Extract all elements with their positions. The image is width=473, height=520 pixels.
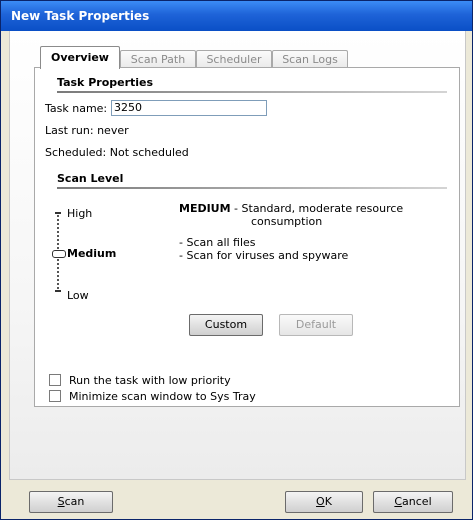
level-medium-label: Medium xyxy=(67,247,117,260)
section-divider xyxy=(57,91,447,93)
slider-thumb[interactable] xyxy=(52,250,66,258)
ok-mnemonic: O xyxy=(316,495,325,508)
level-name-strong: MEDIUM xyxy=(179,202,231,215)
task-properties-window: New Task Properties Overview Scan Path S… xyxy=(0,0,473,520)
tab-overview[interactable]: Overview xyxy=(40,46,120,69)
scan-level-heading: Scan Level xyxy=(57,172,124,185)
default-button[interactable]: Default xyxy=(279,314,353,336)
custom-button[interactable]: Custom xyxy=(189,314,263,336)
level-high-label: High xyxy=(67,207,93,220)
task-properties-section: Task Properties xyxy=(57,76,447,93)
level-bullet-1: - Scan all files xyxy=(179,236,256,249)
scan-button[interactable]: Scan xyxy=(29,491,113,513)
level-desc-line2: consumption xyxy=(251,215,323,228)
cancel-mnemonic: C xyxy=(394,495,403,508)
ok-label-rest: K xyxy=(324,495,332,508)
scheduled-text: Scheduled: Not scheduled xyxy=(45,146,189,159)
cancel-button[interactable]: Cancel xyxy=(373,491,453,513)
low-priority-label[interactable]: Run the task with low priority xyxy=(69,374,231,387)
scan-level-slider[interactable]: High Medium Low xyxy=(51,200,141,302)
level-low-label: Low xyxy=(67,289,89,302)
last-run-text: Last run: never xyxy=(45,124,129,137)
main-panel: Overview Scan Path Scheduler Scan Logs T… xyxy=(9,31,466,480)
section-divider xyxy=(57,187,447,189)
window-title: New Task Properties xyxy=(1,1,472,31)
level-desc-line1: - Standard, moderate resource xyxy=(230,202,404,215)
scan-mnemonic: S xyxy=(57,495,65,508)
level-bullet-2: - Scan for viruses and spyware xyxy=(179,249,349,262)
ok-button[interactable]: OK xyxy=(285,491,363,513)
scan-label-rest: can xyxy=(64,495,85,508)
task-name-input[interactable]: 3250 xyxy=(111,100,267,116)
overview-page: Task Properties Task name: 3250 Last run… xyxy=(34,67,460,407)
slider-tick-high xyxy=(55,212,61,214)
minimize-tray-label[interactable]: Minimize scan window to Sys Tray xyxy=(69,390,256,403)
scan-level-description: MEDIUM - Standard, moderate resource con… xyxy=(179,202,439,262)
scan-level-section: Scan Level xyxy=(57,172,447,189)
low-priority-checkbox[interactable] xyxy=(49,374,61,386)
slider-tick-low xyxy=(55,290,61,292)
task-properties-heading: Task Properties xyxy=(57,76,154,89)
task-name-label: Task name: xyxy=(45,102,108,115)
minimize-tray-checkbox[interactable] xyxy=(49,390,61,402)
cancel-label-rest: ancel xyxy=(402,495,432,508)
